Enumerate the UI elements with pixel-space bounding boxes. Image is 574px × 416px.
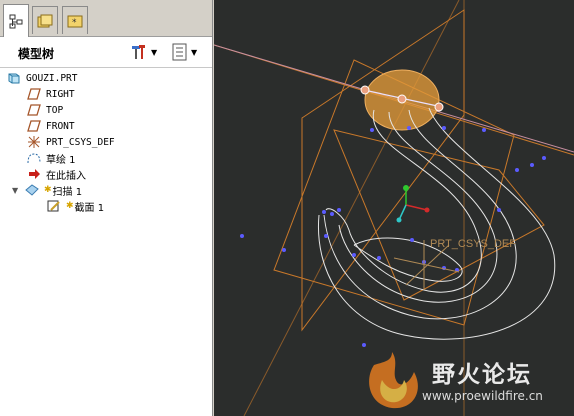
sweep-points bbox=[240, 126, 546, 347]
expand-toggle-icon[interactable]: ▼ bbox=[12, 186, 24, 195]
chevron-down-icon: ▼ bbox=[151, 47, 158, 57]
coordinate-triad bbox=[396, 185, 430, 223]
tree-item-label: TOP bbox=[46, 104, 64, 116]
tree-settings-button[interactable]: ▼ bbox=[130, 42, 157, 62]
tree-item-label: FRONT bbox=[46, 120, 75, 132]
tree-item-label: 在此插入 bbox=[46, 170, 86, 182]
tree-item-sweep[interactable]: ▼ ✱ 扫描 1 bbox=[12, 182, 82, 198]
part-icon bbox=[8, 73, 20, 84]
tree-item-label: RIGHT bbox=[46, 88, 75, 100]
tree-item-front[interactable]: FRONT bbox=[26, 118, 75, 134]
tree-item-insert-here[interactable]: 在此插入 bbox=[26, 166, 86, 182]
datum-plane-icon bbox=[27, 104, 41, 116]
csys-label: PRT_CSYS_DEF bbox=[430, 238, 516, 250]
tree-item-part[interactable]: GOUZI.PRT bbox=[6, 70, 77, 86]
model-tree-panel: * 模型树 ▼ ▼ GOUZI.PRT RIGHT TOP FRONT PRT_… bbox=[0, 0, 213, 416]
tree-item-sketch[interactable]: 草绘 1 bbox=[26, 150, 76, 166]
watermark-title: 野火论坛 bbox=[432, 362, 532, 388]
tree-item-label: GOUZI.PRT bbox=[26, 72, 78, 84]
tab-favorites[interactable]: * bbox=[62, 6, 88, 34]
datum-planes bbox=[214, 0, 574, 416]
tree-item-label: 草绘 1 bbox=[46, 154, 76, 166]
tools-icon bbox=[132, 45, 145, 59]
tree-item-label: 截面 1 bbox=[74, 202, 105, 214]
insert-here-arrow-icon bbox=[29, 169, 40, 179]
handle-point[interactable] bbox=[434, 102, 444, 112]
new-feature-asterisk-icon: ✱ bbox=[44, 185, 52, 195]
datum-plane-icon bbox=[27, 120, 41, 132]
handle-point[interactable] bbox=[360, 85, 370, 95]
tree-item-label: PRT_CSYS_DEF bbox=[46, 136, 115, 148]
forum-logo-icon bbox=[369, 352, 418, 409]
new-feature-asterisk-icon: ✱ bbox=[66, 201, 74, 211]
tree-item-label: 扫描 1 bbox=[52, 186, 83, 198]
datum-plane-icon bbox=[27, 88, 41, 100]
tree-item-right[interactable]: RIGHT bbox=[26, 86, 75, 102]
tree-item-section[interactable]: ✱ 截面 1 bbox=[46, 198, 104, 214]
tree-item-csys[interactable]: PRT_CSYS_DEF bbox=[26, 134, 115, 150]
sweep-icon bbox=[25, 184, 39, 196]
csys-icon bbox=[28, 136, 40, 148]
list-options-icon bbox=[172, 43, 187, 61]
section-icon bbox=[47, 200, 60, 212]
favorites-icon: * bbox=[67, 15, 83, 28]
svg-text:*: * bbox=[72, 18, 77, 28]
chevron-down-icon: ▼ bbox=[191, 47, 198, 57]
model-tree-toolbar: 模型树 ▼ ▼ bbox=[0, 37, 212, 68]
model-canvas[interactable] bbox=[214, 0, 574, 416]
tab-model-tree[interactable] bbox=[3, 4, 29, 37]
sweep-curves bbox=[317, 107, 556, 340]
graphics-window[interactable]: PRT_CSYS_DEF 野火论坛 www.proewildfire.cn bbox=[214, 0, 574, 416]
panel-title: 模型树 bbox=[18, 47, 55, 61]
watermark-url: www.proewildfire.cn bbox=[422, 389, 543, 403]
tab-folder-browser[interactable] bbox=[32, 6, 58, 34]
navigator-tab-bar: * bbox=[0, 0, 212, 37]
show-options-button[interactable]: ▼ bbox=[172, 42, 197, 62]
folder-browser-icon bbox=[37, 14, 53, 27]
model-tree-icon bbox=[9, 14, 23, 29]
sketch-icon bbox=[27, 153, 41, 164]
tree-item-top[interactable]: TOP bbox=[26, 102, 63, 118]
handle-point[interactable] bbox=[397, 94, 407, 104]
